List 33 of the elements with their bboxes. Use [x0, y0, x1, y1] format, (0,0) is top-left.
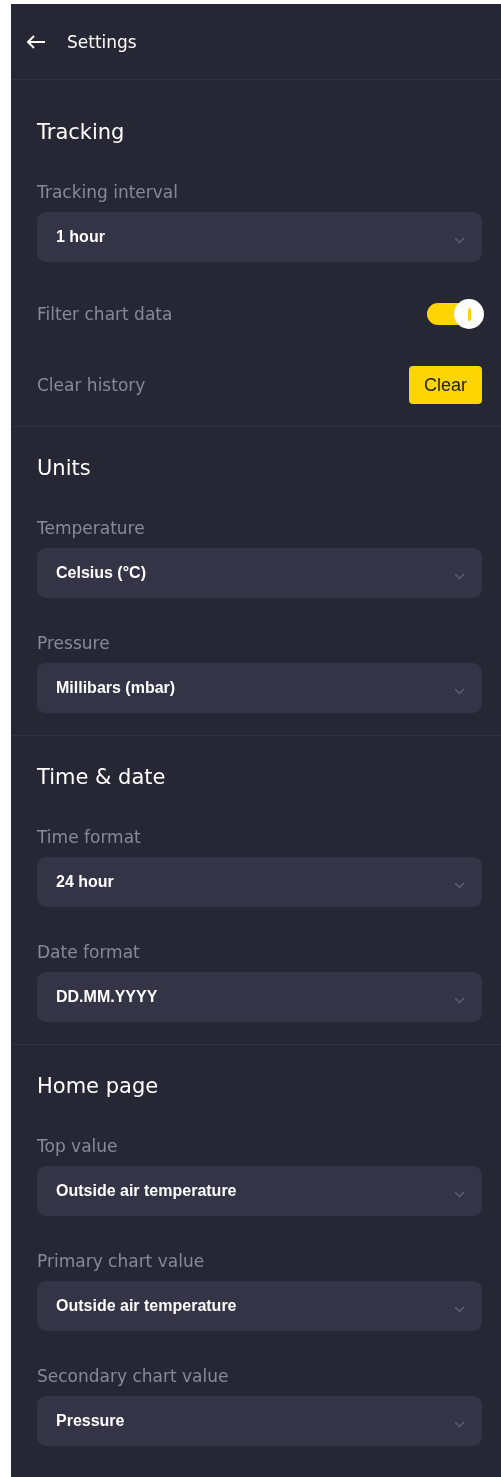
chevron-down-icon [454, 1420, 465, 1428]
dropdown[interactable]: DD.MM.YYYY [37, 972, 482, 1022]
dropdown[interactable]: Celsius (°C) [37, 548, 482, 598]
chevron-down-icon [454, 572, 465, 580]
setting-label: Filter chart data [37, 303, 173, 326]
chevron-down-icon [454, 881, 465, 889]
setting-label: Tracking interval [37, 181, 179, 204]
section-heading: Units [37, 455, 92, 482]
setting-label: Date format [37, 941, 141, 964]
section-heading: Tracking [37, 119, 126, 146]
page-title: Settings [67, 31, 137, 52]
dropdown[interactable]: 24 hour [37, 857, 482, 907]
setting-label: Secondary chart value [37, 1365, 230, 1388]
dropdown[interactable]: Outside air temperature [37, 1281, 482, 1331]
setting-label: Clear history [37, 374, 146, 397]
dropdown[interactable]: Pressure [37, 1396, 482, 1446]
dropdown[interactable]: Millibars (mbar) [37, 663, 482, 713]
section-heading: Home page [37, 1073, 160, 1100]
setting-label: Top value [37, 1135, 119, 1158]
chevron-down-icon [454, 236, 465, 244]
chevron-down-icon [454, 996, 465, 1004]
chevron-down-icon [454, 687, 465, 695]
setting-label: Time format [37, 826, 142, 849]
dropdown[interactable]: 1 hour [37, 212, 482, 262]
chevron-down-icon [454, 1190, 465, 1198]
setting-label: Temperature [37, 517, 146, 540]
setting-label: Pressure [37, 632, 111, 655]
section-heading: Time & date [37, 764, 167, 791]
clear-button[interactable]: Clear [409, 366, 482, 404]
setting-label: Primary chart value [37, 1250, 206, 1273]
dropdown[interactable]: Outside air temperature [37, 1166, 482, 1216]
chevron-down-icon [454, 1305, 465, 1313]
back-arrow-icon[interactable] [26, 34, 46, 49]
